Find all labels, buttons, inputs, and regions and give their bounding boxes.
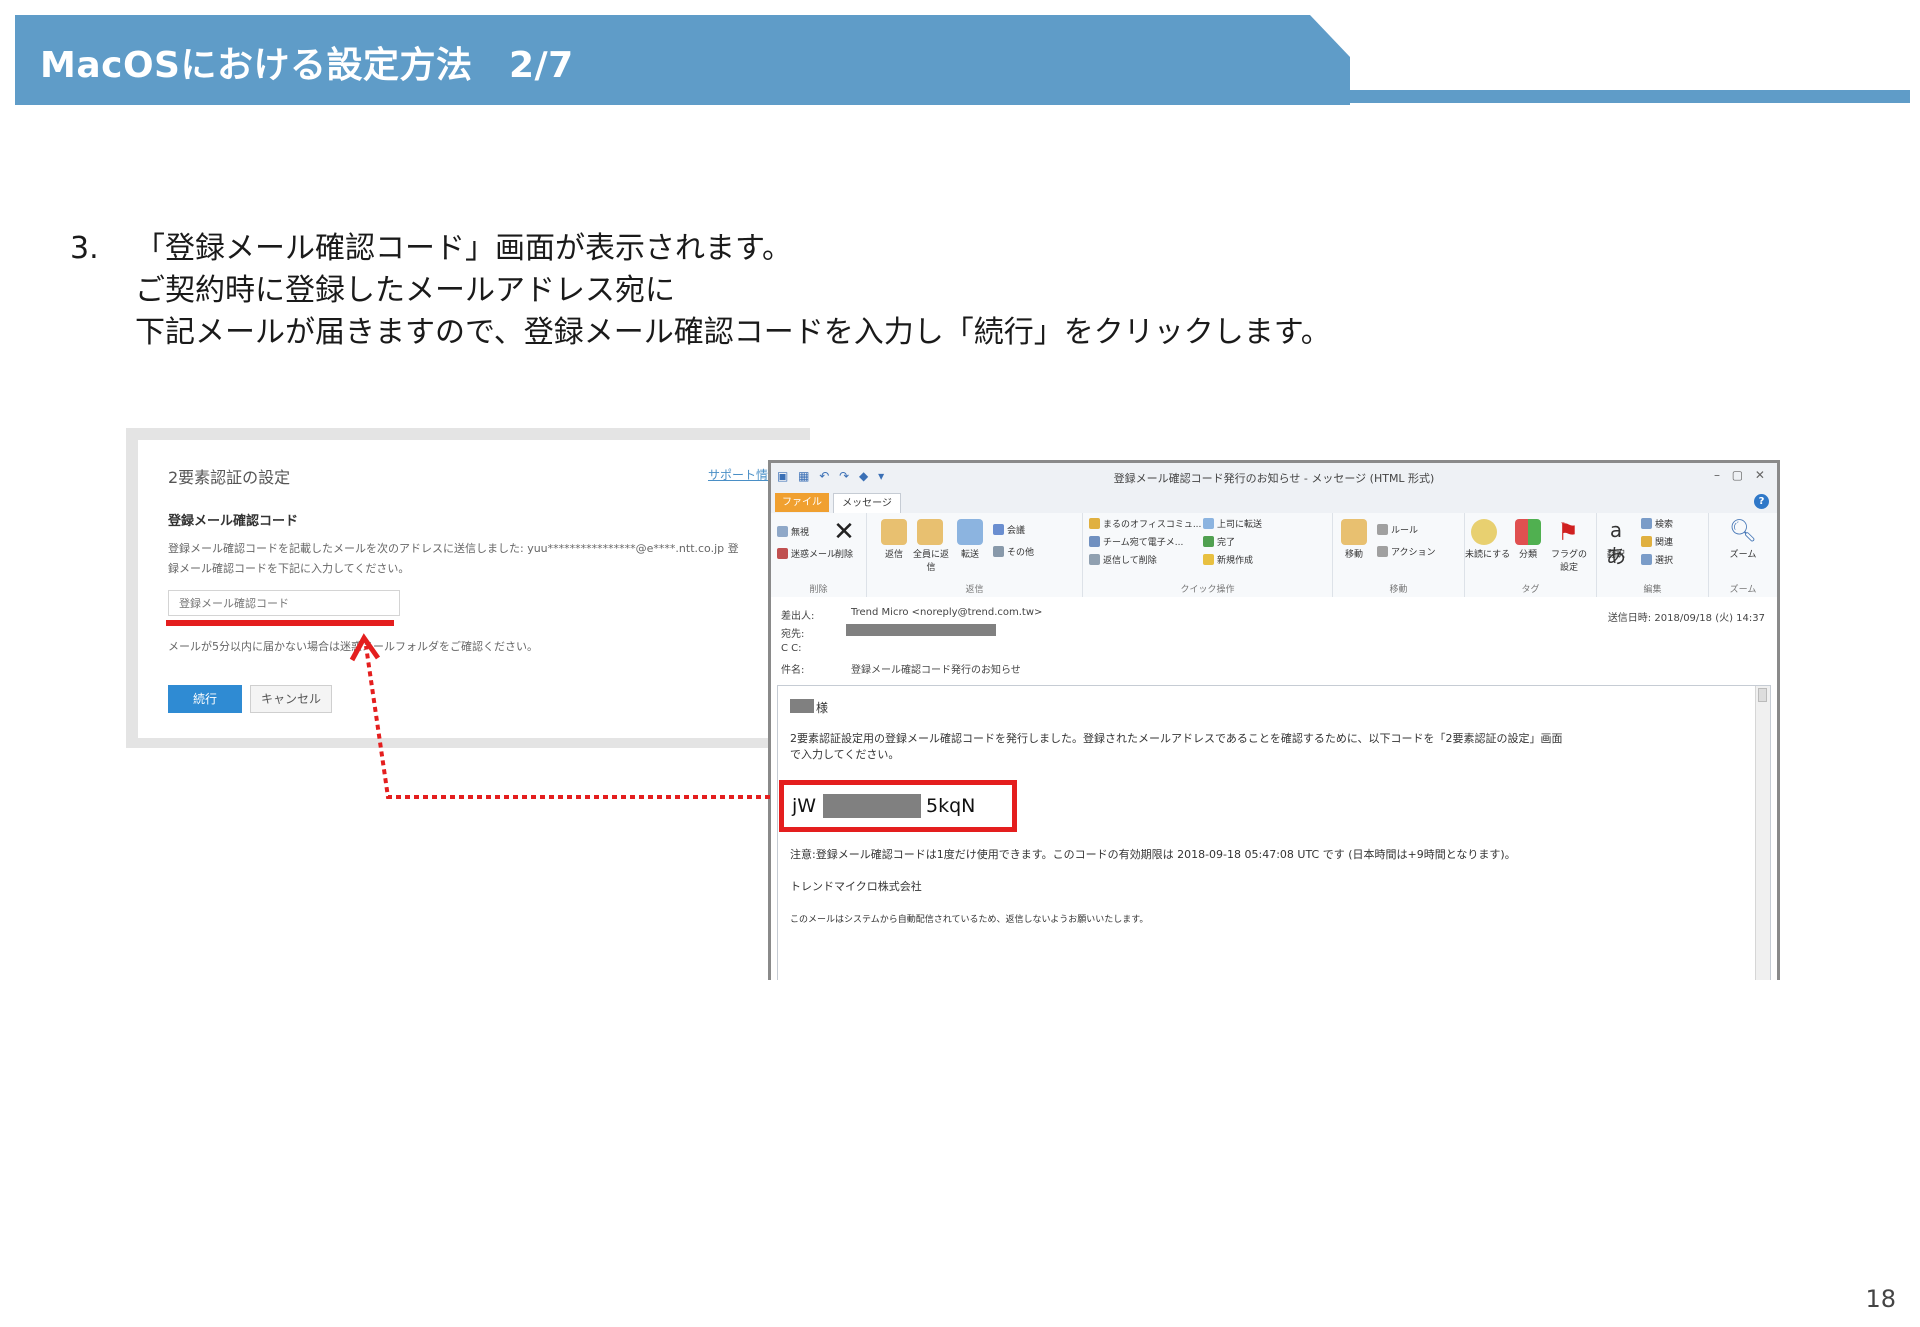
page-number: 18 [1865, 1285, 1896, 1313]
connector-line [364, 645, 770, 799]
connector-arrow [349, 633, 770, 799]
